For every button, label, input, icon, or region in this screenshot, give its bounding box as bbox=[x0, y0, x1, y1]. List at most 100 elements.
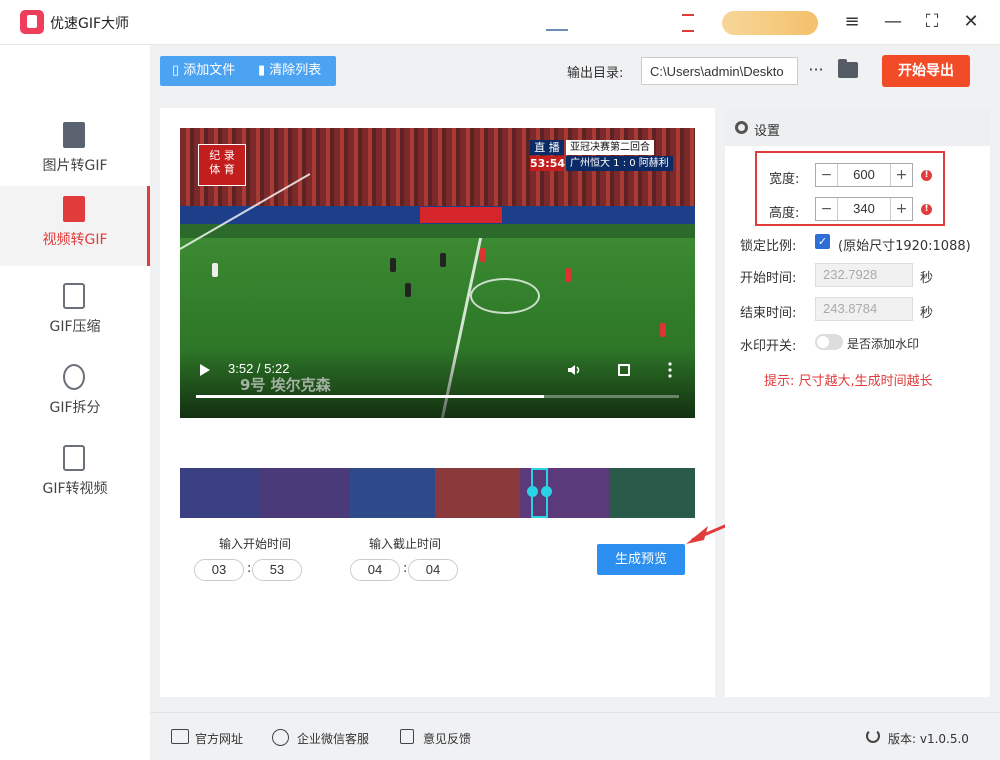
folder-icon[interactable] bbox=[838, 59, 858, 78]
add-file-button[interactable]: ▯ 添加文件 bbox=[172, 56, 235, 86]
video-file-icon bbox=[63, 196, 85, 222]
fullscreen-icon[interactable] bbox=[618, 364, 630, 376]
main-panel: 纪 录 体 育 直 播 53:54 亚冠决赛第二回合 广州恒大 1 : 0 阿赫… bbox=[160, 108, 715, 697]
sidebar-item-label: GIF压缩 bbox=[49, 319, 101, 335]
feedback-link[interactable]: 意见反馈 bbox=[423, 730, 471, 747]
footer: 官方网址 企业微信客服 意见反馈 版本: v1.0.5.0 bbox=[150, 712, 1000, 760]
trash-icon: ▮ bbox=[258, 63, 270, 78]
sidebar-item-label: GIF转视频 bbox=[42, 481, 108, 497]
player bbox=[480, 248, 486, 262]
menu-icon[interactable]: ≡ bbox=[841, 11, 863, 33]
warning-icon: ! bbox=[921, 170, 932, 181]
sidebar-item-gif-to-video[interactable]: GIF转视频 bbox=[0, 435, 150, 515]
height-value[interactable]: 340 bbox=[838, 198, 890, 220]
end-second-input[interactable]: 04 bbox=[408, 559, 458, 581]
generate-preview-button[interactable]: 生成预览 bbox=[597, 544, 685, 575]
gear-icon bbox=[735, 121, 748, 134]
sidebar-item-image-to-gif[interactable]: 图片转GIF bbox=[0, 112, 150, 192]
settings-panel: 设置 宽度: − 600 + ! 高度: − 340 + ! 锁定比例: ✓ (… bbox=[725, 108, 990, 697]
lock-ratio-checkbox[interactable]: ✓ bbox=[815, 234, 830, 249]
size-hint: 提示: 尺寸越大,生成时间越长 bbox=[764, 374, 933, 389]
skin-icon[interactable] bbox=[546, 17, 568, 31]
range-handle-left[interactable] bbox=[527, 486, 538, 497]
start-time-field: 232.7928 bbox=[815, 263, 913, 287]
player bbox=[212, 263, 218, 277]
player bbox=[440, 253, 446, 267]
warning-icon: ! bbox=[921, 204, 932, 215]
height-label: 高度: bbox=[769, 206, 800, 221]
close-button[interactable]: ✕ bbox=[960, 11, 982, 33]
play-icon[interactable] bbox=[200, 364, 210, 376]
file-button-group: ▯ 添加文件 ▮ 清除列表 bbox=[160, 56, 336, 86]
player bbox=[565, 268, 571, 282]
start-export-button[interactable]: 开始导出 bbox=[882, 55, 970, 87]
minimize-button[interactable]: — bbox=[882, 11, 904, 33]
sidebar-item-video-to-gif[interactable]: 视频转GIF bbox=[0, 186, 150, 266]
sidebar-item-gif-split[interactable]: GIF拆分 bbox=[0, 354, 150, 434]
maximize-button[interactable]: ⛶ bbox=[921, 11, 943, 33]
output-dir-input[interactable]: C:\Users\admin\Deskto bbox=[641, 57, 798, 85]
live-badge: 直 播 bbox=[530, 140, 564, 155]
account-badge[interactable] bbox=[722, 11, 818, 35]
end-time-label: 输入截止时间 bbox=[369, 537, 442, 551]
width-decrement-button[interactable]: − bbox=[816, 164, 838, 186]
end-time-setting-label: 结束时间: bbox=[740, 306, 797, 321]
width-label: 宽度: bbox=[769, 172, 800, 187]
player bbox=[660, 323, 666, 337]
filmstrip-frame bbox=[180, 468, 260, 518]
player bbox=[390, 258, 396, 272]
add-file-icon: ▯ bbox=[172, 63, 184, 78]
start-time-setting-label: 开始时间: bbox=[740, 271, 797, 286]
height-stepper[interactable]: − 340 + bbox=[815, 197, 913, 221]
wechat-service-link[interactable]: 企业微信客服 bbox=[297, 730, 369, 747]
progress-bar[interactable] bbox=[196, 395, 679, 398]
refresh-icon[interactable] bbox=[866, 729, 880, 743]
more-options-button[interactable]: ··· bbox=[806, 57, 826, 85]
start-minute-input[interactable]: 03 bbox=[194, 559, 244, 581]
sidebar: 图片转GIF 视频转GIF GIF压缩 GIF拆分 GIF转视频 bbox=[0, 45, 150, 760]
watermark-text: 是否添加水印 bbox=[847, 337, 920, 351]
filmstrip-frame bbox=[350, 468, 435, 518]
website-icon bbox=[171, 729, 189, 744]
seconds-unit: 秒 bbox=[920, 306, 934, 321]
height-decrement-button[interactable]: − bbox=[816, 198, 838, 220]
width-increment-button[interactable]: + bbox=[890, 164, 912, 186]
end-minute-input[interactable]: 04 bbox=[350, 559, 400, 581]
app-logo-icon bbox=[20, 10, 44, 34]
height-increment-button[interactable]: + bbox=[890, 198, 912, 220]
watermark-label: 水印开关: bbox=[740, 339, 797, 354]
range-handle-right[interactable] bbox=[541, 486, 552, 497]
feedback-icon bbox=[400, 729, 414, 744]
frame-filmstrip[interactable] bbox=[180, 468, 695, 518]
website-link[interactable]: 官方网址 bbox=[195, 730, 243, 747]
colon-separator: : bbox=[403, 561, 408, 576]
colon-separator: : bbox=[247, 561, 252, 576]
width-stepper[interactable]: − 600 + bbox=[815, 163, 913, 187]
sidebar-item-label: 视频转GIF bbox=[42, 232, 108, 248]
version-text: 版本: v1.0.5.0 bbox=[888, 732, 969, 746]
more-vertical-icon[interactable] bbox=[668, 362, 672, 378]
volume-icon[interactable] bbox=[568, 364, 582, 376]
gif-file-icon bbox=[63, 445, 85, 471]
clear-list-button[interactable]: ▮ 清除列表 bbox=[258, 56, 321, 86]
player bbox=[405, 283, 411, 297]
start-second-input[interactable]: 53 bbox=[252, 559, 302, 581]
match-title: 亚冠决赛第二回合 bbox=[566, 140, 654, 155]
output-dir-label: 输出目录: bbox=[567, 66, 624, 81]
video-frame-adboard-red bbox=[420, 207, 502, 223]
image-file-icon bbox=[63, 122, 85, 148]
sidebar-item-label: GIF拆分 bbox=[49, 400, 101, 416]
tool-icon[interactable] bbox=[682, 14, 694, 32]
settings-header: 设置 bbox=[725, 108, 990, 146]
title-bar: 优速GIF大师 ≡ — ⛶ ✕ bbox=[0, 0, 1000, 45]
match-score: 广州恒大 1 : 0 阿赫利 bbox=[566, 156, 673, 171]
video-player[interactable]: 纪 录 体 育 直 播 53:54 亚冠决赛第二回合 广州恒大 1 : 0 阿赫… bbox=[180, 128, 695, 418]
start-time-label: 输入开始时间 bbox=[219, 537, 292, 551]
original-size-text: (原始尺寸1920:1088) bbox=[838, 239, 971, 254]
seconds-unit: 秒 bbox=[920, 271, 934, 286]
center-circle bbox=[470, 278, 540, 314]
sidebar-item-gif-compress[interactable]: GIF压缩 bbox=[0, 273, 150, 353]
width-value[interactable]: 600 bbox=[838, 164, 890, 186]
watermark-toggle[interactable] bbox=[815, 334, 843, 350]
settings-title: 设置 bbox=[754, 124, 781, 139]
